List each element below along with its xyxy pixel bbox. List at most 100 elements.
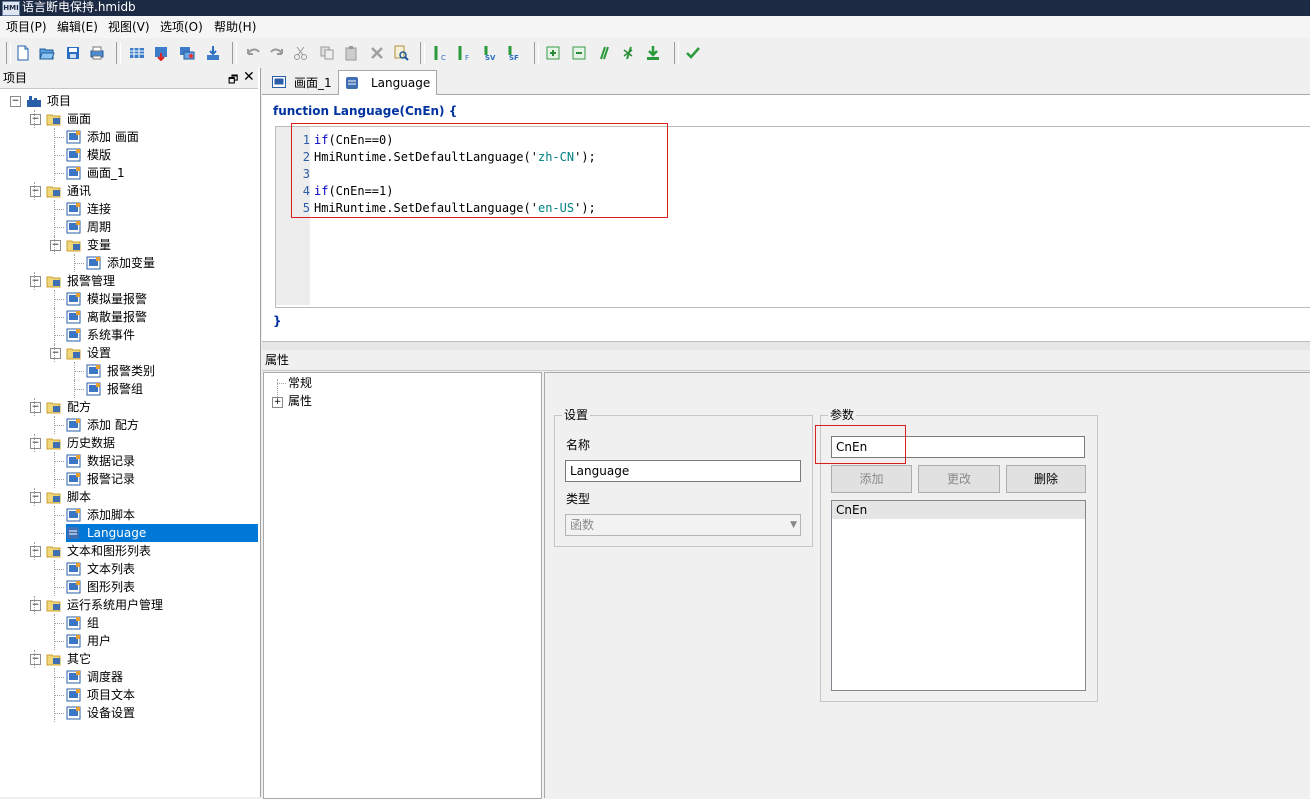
- collapse-icon[interactable]: −: [30, 114, 41, 125]
- undo-icon[interactable]: [244, 44, 262, 62]
- tree-item[interactable]: 设备设置: [66, 704, 139, 722]
- tree-item[interactable]: 报警记录: [66, 470, 139, 488]
- tree-item[interactable]: 用户: [66, 632, 115, 650]
- uncomment-icon[interactable]: [620, 44, 638, 62]
- tree-item[interactable]: 调度器: [66, 668, 127, 686]
- grid-icon[interactable]: [128, 44, 146, 62]
- prop-node-properties[interactable]: 属性: [288, 393, 312, 409]
- tree-item-label: 配方: [67, 400, 92, 414]
- tree-item[interactable]: 通讯: [46, 182, 95, 200]
- param-list[interactable]: CnEn: [831, 500, 1086, 691]
- params-group-label: 参数: [828, 408, 857, 422]
- collapse-icon[interactable]: −: [30, 402, 41, 413]
- prop-node-general[interactable]: 常规: [288, 375, 312, 391]
- float-window-icon[interactable]: 🗗: [228, 71, 238, 90]
- tree-item[interactable]: 历史数据: [46, 434, 119, 452]
- collapse-icon[interactable]: −: [50, 240, 61, 251]
- comment-icon[interactable]: [594, 44, 612, 62]
- tree-item[interactable]: 设置: [66, 344, 115, 362]
- tree-item[interactable]: 组: [66, 614, 103, 632]
- menu-view[interactable]: 视图(V): [108, 16, 150, 38]
- tree-item-label: 离散量报警: [87, 310, 148, 324]
- tree-item[interactable]: 图形列表: [66, 578, 139, 596]
- transfer-icon[interactable]: [178, 44, 196, 62]
- collapse-icon[interactable]: −: [30, 438, 41, 449]
- add-button[interactable]: 添加: [831, 465, 912, 493]
- compile-c-icon[interactable]: C: [432, 44, 450, 62]
- collapse-icon[interactable]: −: [50, 348, 61, 359]
- new-file-icon[interactable]: [14, 44, 32, 62]
- collapse-icon[interactable]: −: [30, 186, 41, 197]
- delete-button[interactable]: 删除: [1006, 465, 1086, 493]
- tree-item[interactable]: 数据记录: [66, 452, 139, 470]
- tree-item[interactable]: 周期: [66, 218, 115, 236]
- tree-item[interactable]: 报警组: [86, 380, 147, 398]
- redo-icon[interactable]: [268, 44, 286, 62]
- tree-item[interactable]: 添加脚本: [66, 506, 139, 524]
- paste-icon[interactable]: [342, 44, 360, 62]
- check-icon[interactable]: [684, 44, 702, 62]
- type-select[interactable]: 函数 ▼: [565, 514, 801, 536]
- tree-item[interactable]: 系统事件: [66, 326, 139, 344]
- menu-help[interactable]: 帮助(H): [214, 16, 256, 38]
- collapse-icon[interactable]: −: [30, 600, 41, 611]
- cut-icon[interactable]: [292, 44, 310, 62]
- delete-icon[interactable]: [368, 44, 386, 62]
- outdent-icon[interactable]: [570, 44, 588, 62]
- tree-item[interactable]: 画面: [46, 110, 95, 128]
- print-icon[interactable]: [88, 44, 106, 62]
- tree-item[interactable]: 运行系统用户管理: [46, 596, 167, 614]
- menu-edit[interactable]: 编辑(E): [57, 16, 98, 38]
- tree-item[interactable]: 连接: [66, 200, 115, 218]
- collapse-icon[interactable]: −: [30, 654, 41, 665]
- tab-screen-1[interactable]: 画面_1: [266, 70, 338, 94]
- tree-item[interactable]: 画面_1: [66, 164, 129, 182]
- find-icon[interactable]: [392, 44, 410, 62]
- tree-item[interactable]: 项目文本: [66, 686, 139, 704]
- compile-f-icon[interactable]: F: [456, 44, 474, 62]
- tree-item[interactable]: 其它: [46, 650, 95, 668]
- tree-item-label: 历史数据: [67, 436, 116, 450]
- tree-item[interactable]: 文本和图形列表: [46, 542, 155, 560]
- collapse-icon[interactable]: −: [30, 546, 41, 557]
- tree-item[interactable]: 添加 画面: [66, 128, 143, 146]
- tree-item[interactable]: 报警类别: [86, 362, 159, 380]
- tree-item[interactable]: Language: [66, 524, 258, 542]
- download-icon[interactable]: [152, 44, 170, 62]
- tree-item[interactable]: 模版: [66, 146, 115, 164]
- insert-icon[interactable]: [644, 44, 662, 62]
- close-icon[interactable]: ✕: [243, 69, 255, 85]
- tree-item[interactable]: 文本列表: [66, 560, 139, 578]
- template-icon: [66, 148, 82, 162]
- save-icon[interactable]: [64, 44, 82, 62]
- tree-item[interactable]: 变量: [66, 236, 115, 254]
- tree-item[interactable]: 添加变量: [86, 254, 159, 272]
- open-folder-icon[interactable]: [38, 44, 56, 62]
- tree-item[interactable]: 添加 配方: [66, 416, 143, 434]
- sv-icon[interactable]: SV: [482, 44, 500, 62]
- tab-language[interactable]: Language: [338, 70, 438, 95]
- tree-item[interactable]: 离散量报警: [66, 308, 151, 326]
- export-icon[interactable]: [204, 44, 222, 62]
- indent-icon[interactable]: [544, 44, 562, 62]
- tree-item[interactable]: 报警管理: [46, 272, 119, 290]
- collapse-icon[interactable]: −: [30, 276, 41, 287]
- tree-item[interactable]: 脚本: [46, 488, 95, 506]
- tree-item[interactable]: 模拟量报警: [66, 290, 151, 308]
- comm-folder-icon: [46, 184, 62, 198]
- name-field[interactable]: Language: [565, 460, 801, 482]
- tree-item-label: 添加变量: [107, 256, 156, 270]
- tree-item[interactable]: 项目: [26, 92, 75, 110]
- sf-icon[interactable]: SF: [506, 44, 524, 62]
- tree-item[interactable]: 配方: [46, 398, 95, 416]
- copy-icon[interactable]: [318, 44, 336, 62]
- expand-icon[interactable]: +: [272, 397, 283, 408]
- menu-bar: 项目(P) 编辑(E) 视图(V) 选项(O) 帮助(H): [0, 16, 1310, 39]
- menu-project[interactable]: 项目(P): [6, 16, 47, 38]
- menu-options[interactable]: 选项(O): [160, 16, 203, 38]
- collapse-icon[interactable]: −: [30, 492, 41, 503]
- properties-header: 属性: [262, 350, 1310, 371]
- change-button[interactable]: 更改: [918, 465, 1000, 493]
- list-item[interactable]: CnEn: [832, 501, 1085, 519]
- collapse-icon[interactable]: −: [10, 96, 21, 107]
